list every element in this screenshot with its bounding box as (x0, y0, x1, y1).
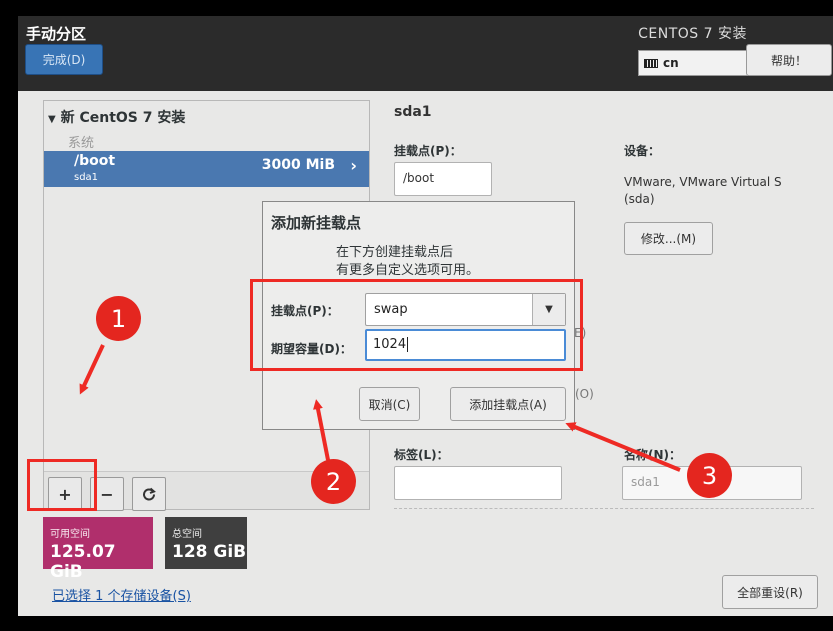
annotation-arrow-1 (79, 344, 105, 395)
annotation-arrow-2 (313, 399, 330, 461)
annotation-step-3: 3 (687, 453, 732, 498)
annotation-step-1: 1 (96, 296, 141, 341)
annotation-arrow-3 (565, 422, 681, 472)
annotation-step-2: 2 (311, 459, 356, 504)
